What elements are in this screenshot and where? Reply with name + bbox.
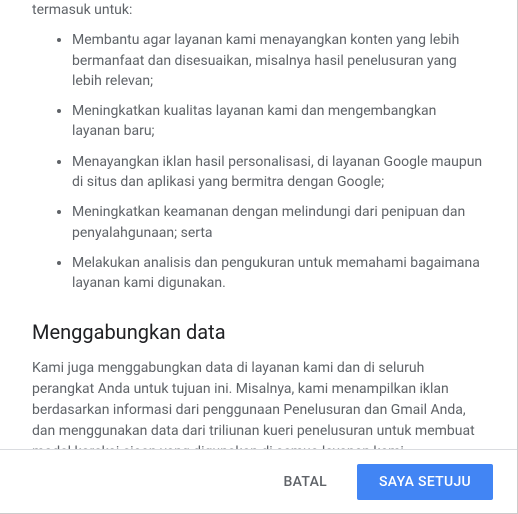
list-item: Menayangkan iklan hasil personalisasi, d… bbox=[72, 152, 485, 193]
terms-dialog: termasuk untuk: Membantu agar layanan ka… bbox=[0, 0, 518, 514]
cancel-button[interactable]: BATAL bbox=[262, 464, 350, 500]
terms-scroll-area[interactable]: termasuk untuk: Membantu agar layanan ka… bbox=[0, 0, 517, 449]
list-item: Meningkatkan kualitas layanan kami dan m… bbox=[72, 101, 485, 142]
agree-button[interactable]: SAYA SETUJU bbox=[357, 464, 493, 500]
section-title-combining-data: Menggabungkan data bbox=[32, 320, 485, 344]
dialog-footer: BATAL SAYA SETUJU bbox=[0, 449, 517, 513]
purpose-list: Membantu agar layanan kami menayangkan k… bbox=[32, 30, 485, 293]
intro-fragment: termasuk untuk: bbox=[32, 0, 485, 20]
section-body-combining-data: Kami juga menggabungkan data di layanan … bbox=[32, 358, 485, 449]
list-item: Membantu agar layanan kami menayangkan k… bbox=[72, 30, 485, 91]
list-item: Meningkatkan keamanan dengan melindungi … bbox=[72, 202, 485, 243]
list-item: Melakukan analisis dan pengukuran untuk … bbox=[72, 253, 485, 294]
